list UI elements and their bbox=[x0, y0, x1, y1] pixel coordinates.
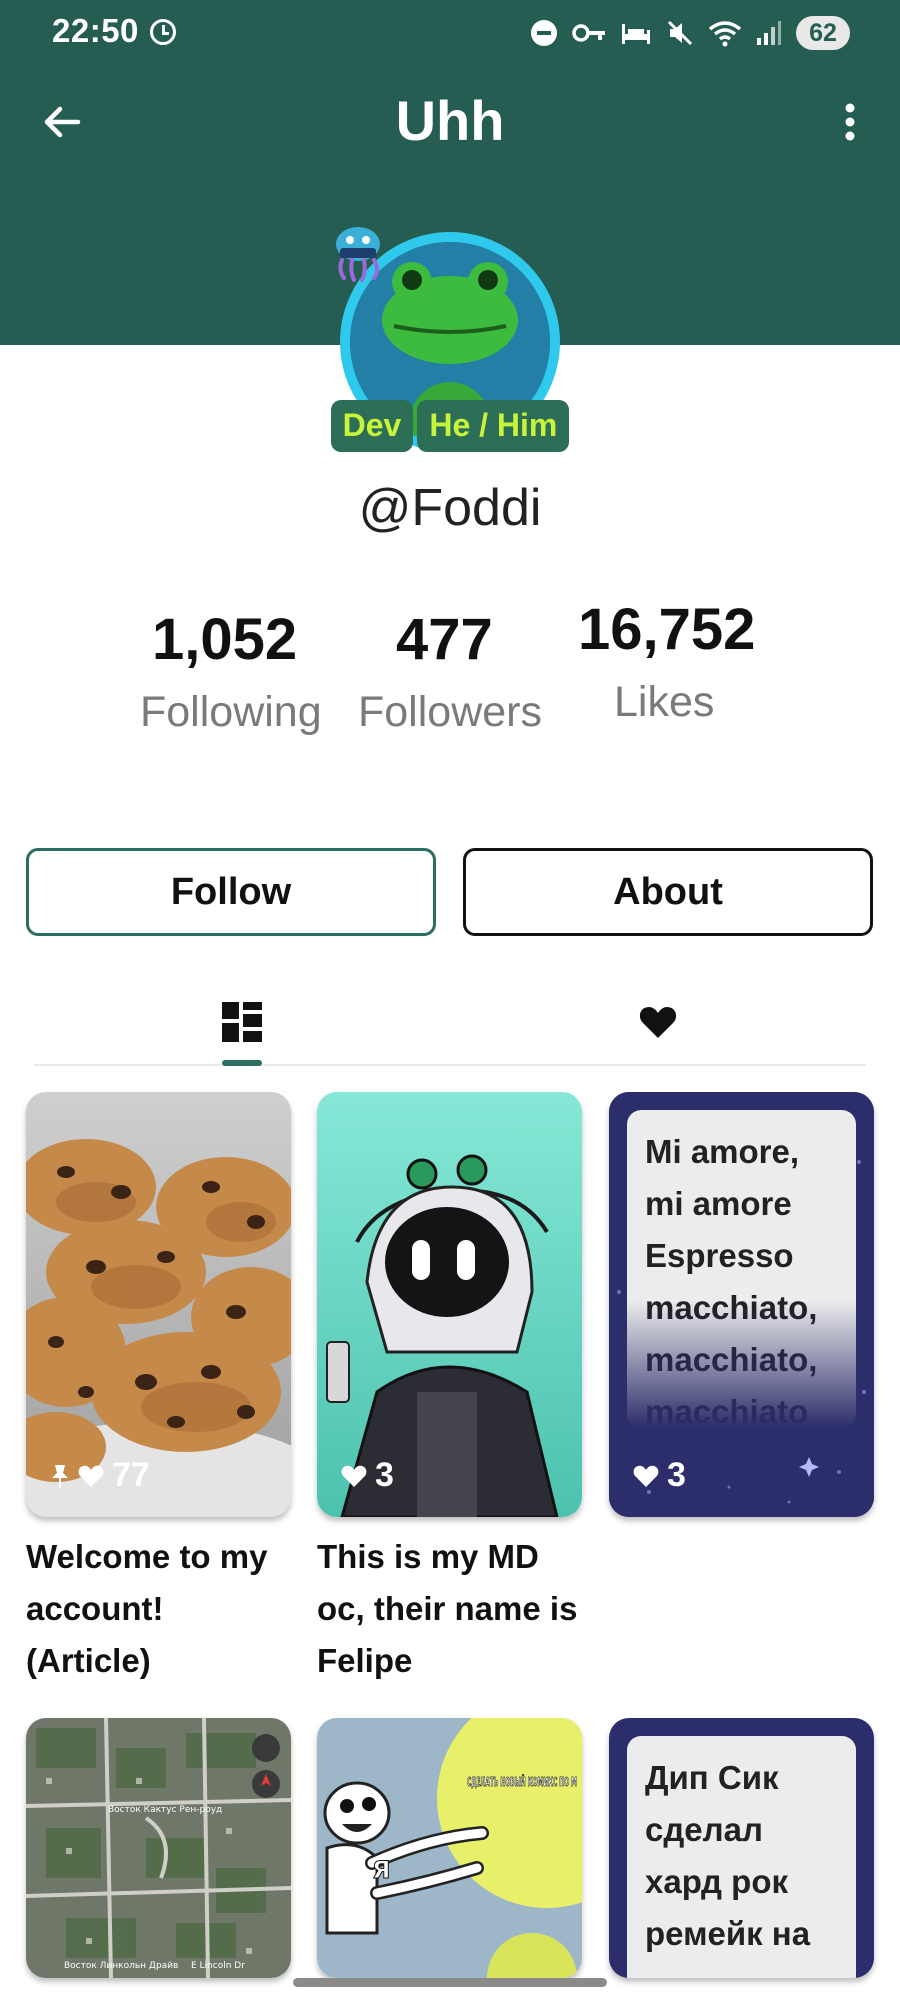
stat-followers[interactable]: 477 Followers bbox=[358, 602, 542, 746]
post-card[interactable]: 77 Welcome to my account! (Article) bbox=[26, 1092, 291, 1687]
tab-liked[interactable] bbox=[598, 980, 718, 1064]
map-label: Восток Линкольн Драйв bbox=[64, 1961, 178, 1971]
wifi-icon bbox=[708, 21, 742, 47]
page-title: Uhh bbox=[395, 89, 505, 152]
home-gesture-bar[interactable] bbox=[293, 1978, 607, 1987]
likes-count: 16,752 bbox=[578, 597, 756, 662]
about-button[interactable]: About bbox=[463, 848, 873, 936]
post-thumbnail: Дип Сик сделал хард рок ремейк на bbox=[609, 1718, 874, 1978]
meme-label: Я bbox=[372, 1856, 390, 1884]
likes-label: Likes bbox=[614, 678, 715, 726]
follow-button[interactable]: Follow bbox=[26, 848, 436, 936]
pin-icon bbox=[52, 1464, 68, 1488]
character-drawing bbox=[317, 1092, 582, 1517]
tab-posts[interactable] bbox=[182, 980, 302, 1064]
content-tabs bbox=[34, 980, 866, 1066]
meme-text: СДЕЛАТЬ НОВЫЙ КОМИКС ПО М bbox=[467, 1774, 577, 1789]
post-text-panel: Mi amore, mi amore Espresso macchiato, m… bbox=[627, 1110, 856, 1428]
post-card[interactable]: Восток Кактус Рен-роуд Восток Линкольн Д… bbox=[26, 1718, 291, 1978]
heart-icon bbox=[78, 1465, 104, 1487]
post-card[interactable]: Дип Сик сделал хард рок ремейк на bbox=[609, 1718, 874, 1978]
post-card[interactable]: 3 This is my MD oc, their name is Felipe bbox=[317, 1092, 582, 1687]
post-thumbnail: 3 bbox=[317, 1092, 582, 1517]
heart-icon bbox=[633, 1465, 659, 1487]
status-time: 22:50 bbox=[52, 12, 139, 49]
post-thumbnail: Я СДЕЛАТЬ НОВЫЙ КОМИКС ПО М bbox=[317, 1718, 582, 1978]
stat-following[interactable]: 1,052 Following bbox=[140, 602, 324, 746]
comic-meme: Я СДЕЛАТЬ НОВЫЙ КОМИКС ПО М bbox=[317, 1718, 582, 1978]
status-icons: 62 bbox=[530, 14, 850, 52]
minus-circle-icon bbox=[531, 20, 557, 46]
cookies-photo bbox=[26, 1092, 291, 1517]
like-count: 3 bbox=[667, 1456, 686, 1494]
more-vertical-icon bbox=[845, 103, 855, 141]
clock-icon bbox=[150, 19, 176, 45]
post-title: This is my MD oc, their name is Felipe bbox=[317, 1538, 578, 1679]
map-label: E Lincoln Dr bbox=[191, 1961, 245, 1971]
post-meta: 3 bbox=[341, 1456, 394, 1495]
post-card[interactable]: Я СДЕЛАТЬ НОВЫЙ КОМИКС ПО М bbox=[317, 1718, 582, 1978]
map-label: Восток Кактус Рен-роуд bbox=[108, 1805, 222, 1815]
badge-role: Dev bbox=[330, 400, 414, 452]
post-text-panel: Дип Сик сделал хард рок ремейк на bbox=[627, 1736, 856, 1978]
heart-icon bbox=[341, 1465, 367, 1487]
post-card[interactable]: Mi amore, mi amore Espresso macchiato, m… bbox=[609, 1092, 874, 1517]
profile-badges: Dev He / Him bbox=[0, 400, 900, 452]
tab-indicator bbox=[222, 1060, 262, 1066]
key-icon bbox=[572, 24, 605, 42]
jellyfish-decoration-icon bbox=[336, 227, 380, 282]
post-meta: 77 bbox=[50, 1456, 150, 1495]
post-thumbnail: Восток Кактус Рен-роуд Восток Линкольн Д… bbox=[26, 1718, 291, 1978]
followers-count: 477 bbox=[396, 607, 493, 672]
bed-icon bbox=[622, 24, 650, 44]
more-options-button[interactable] bbox=[820, 92, 880, 152]
stat-likes[interactable]: 16,752 Likes bbox=[578, 592, 758, 736]
satellite-map: Восток Кактус Рен-роуд Восток Линкольн Д… bbox=[26, 1718, 291, 1978]
mute-icon bbox=[667, 20, 693, 46]
heart-icon bbox=[639, 1007, 677, 1038]
signal-icon bbox=[757, 21, 781, 45]
username: @Foddi bbox=[358, 479, 542, 537]
battery-indicator: 62 bbox=[796, 16, 850, 50]
like-count: 3 bbox=[375, 1456, 394, 1494]
badge-pronouns: He / Him bbox=[417, 400, 570, 452]
post-meta: 3 bbox=[633, 1456, 686, 1495]
status-bar: 22:50 62 bbox=[0, 0, 900, 64]
post-title: Welcome to my account! (Article) bbox=[26, 1538, 268, 1679]
grid-icon bbox=[222, 1002, 262, 1042]
following-count: 1,052 bbox=[152, 607, 298, 672]
post-thumbnail: 77 bbox=[26, 1092, 291, 1517]
post-thumbnail: Mi amore, mi amore Espresso macchiato, m… bbox=[609, 1092, 874, 1517]
like-count: 77 bbox=[112, 1456, 150, 1494]
followers-label: Followers bbox=[358, 688, 542, 736]
following-label: Following bbox=[140, 688, 322, 736]
